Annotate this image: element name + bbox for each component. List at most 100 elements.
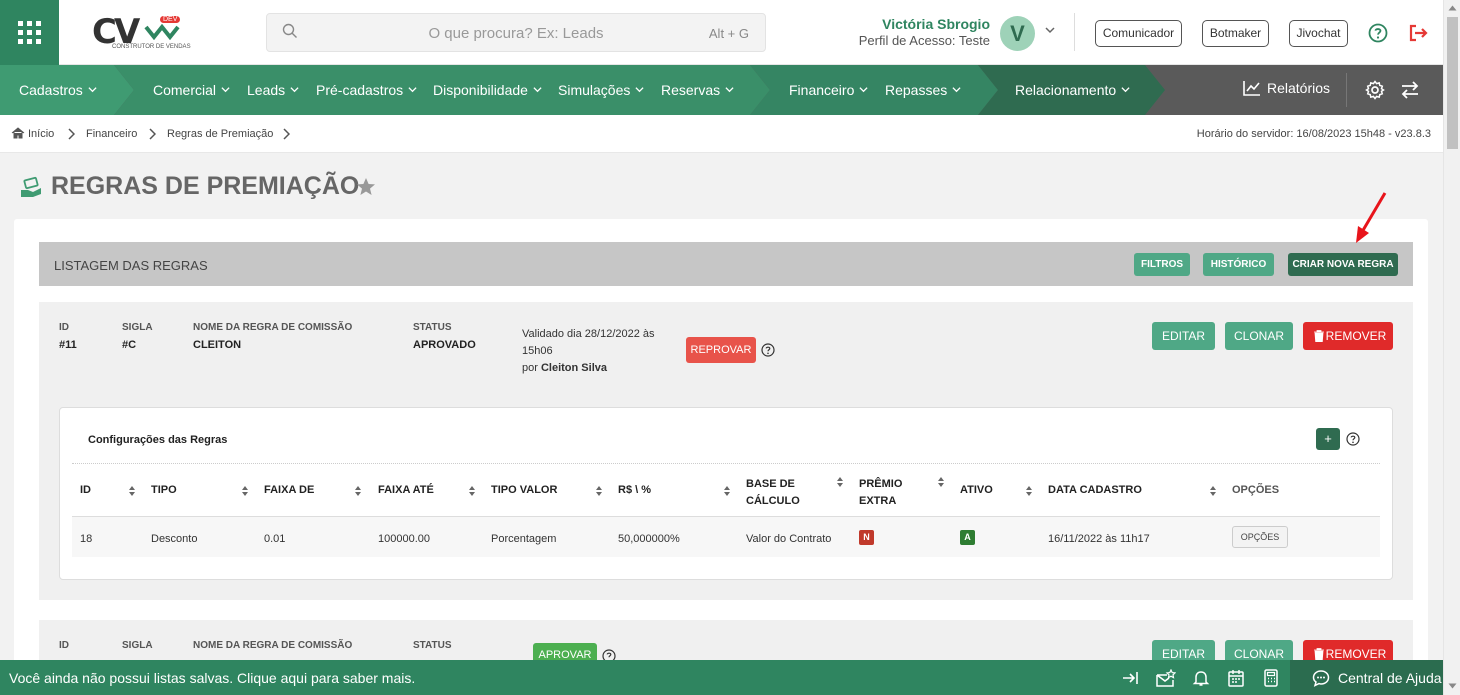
logo[interactable]: CV DEV CONSTRUTOR DE VENDAS (92, 12, 191, 54)
col-faixa-ate[interactable]: FAIXA ATÉ (378, 482, 434, 499)
history-button[interactable]: HISTÓRICO (1203, 253, 1274, 276)
col-faixa-de[interactable]: FAIXA DE (264, 482, 314, 499)
grid-icon (18, 21, 41, 44)
sort-icon[interactable] (937, 476, 945, 488)
validation-by-prefix: por (522, 362, 538, 374)
col-ativo[interactable]: ATIVO (960, 482, 993, 499)
col-premio-extra[interactable]: PRÊMIO EXTRA (859, 476, 919, 510)
scrollbar-thumb[interactable] (1447, 17, 1458, 149)
breadcrumb-regras[interactable]: Regras de Premiação (167, 128, 273, 140)
label-sigla: SIGLA (122, 322, 153, 333)
help-icon[interactable] (761, 343, 775, 357)
sort-icon[interactable] (836, 476, 844, 488)
nav-cadastros[interactable]: Cadastros (19, 82, 97, 98)
nav-reservas[interactable]: Reservas (661, 82, 734, 98)
nav-pre-cadastros[interactable]: Pré-cadastros (316, 82, 417, 98)
collapse-right-icon[interactable] (1122, 669, 1140, 687)
ativo-badge: A (960, 530, 975, 545)
sort-icon[interactable] (468, 485, 476, 497)
nav-simulacoes[interactable]: Simulações (558, 82, 644, 98)
jivochat-button[interactable]: Jivochat (1289, 20, 1348, 47)
scrollbar[interactable] (1443, 0, 1460, 695)
search-placeholder: O que procura? Ex: Leads (428, 25, 604, 42)
nav-financeiro[interactable]: Financeiro (789, 82, 868, 98)
sort-icon[interactable] (723, 485, 731, 497)
apps-menu-button[interactable] (0, 0, 59, 65)
cell-tipo-valor: Porcentagem (491, 533, 557, 545)
chevron-right-icon (68, 128, 75, 140)
rule-config-panel: Configurações das Regras + ID TIPO FAIXA… (59, 407, 1393, 580)
nav-label: Comercial (153, 82, 217, 98)
add-config-button[interactable]: + (1316, 428, 1340, 450)
scroll-down-icon[interactable] (1448, 683, 1457, 689)
help-icon[interactable] (1346, 432, 1360, 446)
trash-icon (1314, 330, 1324, 342)
swap-icon[interactable] (1400, 80, 1420, 100)
botmaker-button[interactable]: Botmaker (1202, 20, 1269, 47)
scroll-up-icon[interactable] (1448, 5, 1457, 11)
chart-line-icon (1243, 81, 1260, 96)
cell-faixa-ate: 100000.00 (378, 533, 430, 545)
sort-icon[interactable] (354, 485, 362, 497)
breadcrumb: Início Financeiro Regras de Premiação Ho… (0, 115, 1443, 153)
col-tipo-valor[interactable]: TIPO VALOR (491, 482, 557, 499)
nav-label: Disponibilidade (433, 82, 528, 98)
comunicador-button[interactable]: Comunicador (1095, 20, 1182, 47)
nav-disponibilidade[interactable]: Disponibilidade (433, 82, 542, 98)
avatar[interactable]: V (1000, 16, 1035, 51)
sort-icon[interactable] (128, 485, 136, 497)
chevron-down-icon[interactable] (1044, 24, 1056, 36)
reprovar-button[interactable]: REPROVAR (686, 337, 756, 363)
sort-icon[interactable] (595, 485, 603, 497)
calculator-icon[interactable] (1262, 669, 1280, 687)
star-icon[interactable] (356, 177, 376, 197)
nav-relatorios[interactable]: Relatórios (1243, 80, 1330, 96)
nav-label: Leads (247, 82, 286, 98)
clone-button[interactable]: CLONAR (1225, 322, 1293, 350)
sort-icon[interactable] (1209, 485, 1217, 497)
help-icon[interactable] (1368, 23, 1388, 43)
col-tipo[interactable]: TIPO (151, 482, 177, 499)
breadcrumb-financeiro[interactable]: Financeiro (86, 128, 137, 140)
nav-repasses[interactable]: Repasses (885, 82, 961, 98)
col-valor[interactable]: R$ \ % (618, 482, 651, 499)
edit-button[interactable]: EDITAR (1152, 322, 1215, 350)
nav-comercial[interactable]: Comercial (153, 82, 230, 98)
label-status: STATUS (413, 322, 452, 333)
remove-button[interactable]: REMOVER (1303, 322, 1393, 350)
col-id[interactable]: ID (80, 482, 91, 499)
mail-star-icon[interactable] (1156, 669, 1176, 689)
sort-icon[interactable] (1025, 485, 1033, 497)
nav-label: Repasses (885, 82, 948, 98)
bell-icon[interactable] (1192, 669, 1210, 687)
nav-relacionamento[interactable]: Relacionamento (1015, 82, 1130, 98)
label-nome: NOME DA REGRA DE COMISSÃO (193, 322, 353, 333)
rule-card: ID SIGLA NOME DA REGRA DE COMISSÃO STATU… (39, 620, 1413, 668)
search-input[interactable]: O que procura? Ex: Leads Alt + G (266, 13, 766, 52)
col-opcoes: OPÇÕES (1232, 484, 1280, 496)
cell-base: Valor do Contrato (746, 533, 832, 545)
nav-leads[interactable]: Leads (247, 82, 299, 98)
col-data-cadastro[interactable]: DATA CADASTRO (1048, 482, 1142, 499)
list-header: LISTAGEM DAS REGRAS FILTROS HISTÓRICO CR… (39, 242, 1413, 286)
user-info[interactable]: Victória Sbrogio Perfil de Acesso: Teste (830, 16, 990, 48)
breadcrumb-inicio[interactable]: Início (28, 128, 54, 140)
validation-user: Cleiton Silva (540, 362, 607, 374)
saved-lists-message[interactable]: Você ainda não possui listas salvas. Cli… (9, 670, 415, 686)
logo-subtitle: CONSTRUTOR DE VENDAS (112, 44, 191, 50)
chevron-down-icon (533, 87, 542, 93)
col-base-calculo[interactable]: BASE DE CÁLCULO (746, 476, 816, 510)
options-button[interactable]: OPÇÕES (1232, 526, 1288, 548)
create-rule-button[interactable]: CRIAR NOVA REGRA (1288, 253, 1398, 276)
divider (1346, 73, 1347, 107)
filters-button[interactable]: FILTROS (1134, 253, 1190, 276)
help-center-button[interactable]: Central de Ajuda (1290, 660, 1443, 695)
calendar-icon[interactable] (1227, 669, 1245, 687)
sort-icon[interactable] (241, 485, 249, 497)
list-title: LISTAGEM DAS REGRAS (54, 258, 208, 273)
logout-icon[interactable] (1407, 22, 1429, 44)
validation-date: Validado dia 28/12/2022 às (522, 328, 655, 340)
money-hand-icon (21, 176, 41, 197)
gear-icon[interactable] (1365, 80, 1385, 100)
home-icon[interactable] (11, 127, 25, 139)
